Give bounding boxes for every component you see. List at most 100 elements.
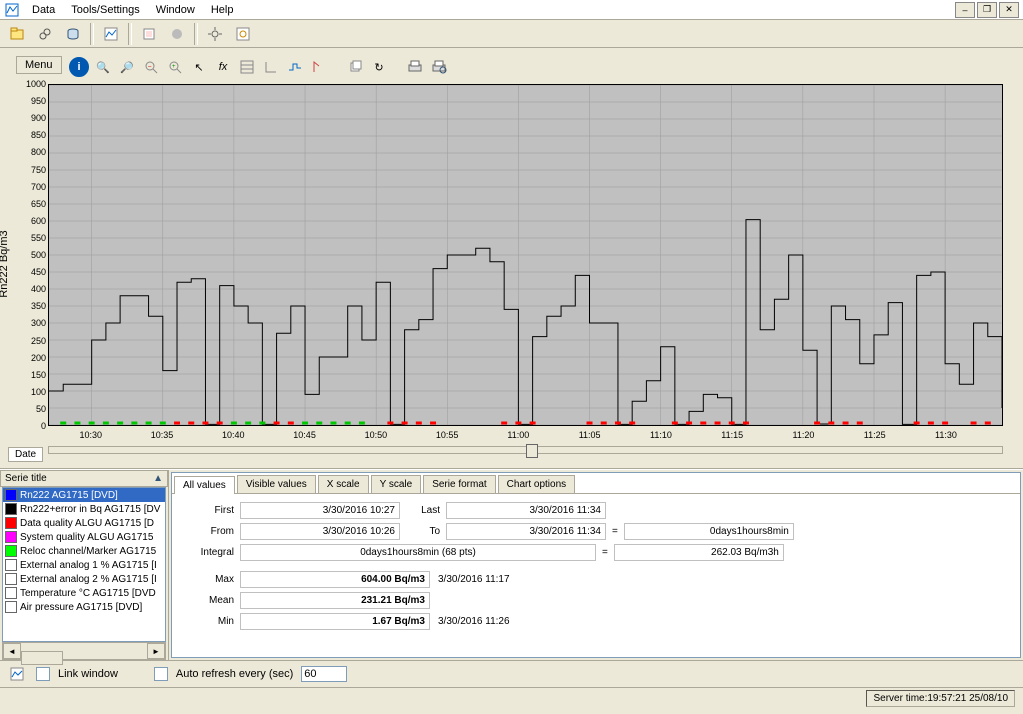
serie-color-swatch (5, 587, 17, 599)
link-window-checkbox[interactable] (36, 667, 50, 681)
serie-row[interactable]: External analog 2 % AG1715 [I (3, 572, 165, 586)
chart-menu-button[interactable]: Menu (16, 56, 62, 74)
close-button[interactable]: ✕ (999, 2, 1019, 18)
serie-color-swatch (5, 517, 17, 529)
record-icon[interactable] (164, 21, 190, 47)
refresh-icon[interactable]: ↻ (368, 56, 390, 78)
menubar: Data Tools/Settings Window Help – ❐ ✕ (0, 0, 1023, 20)
chart-area[interactable] (48, 84, 1003, 426)
data-panel: All valuesVisible valuesX scaleY scaleSe… (171, 472, 1021, 658)
serie-row[interactable]: Rn222 AG1715 [DVD] (3, 488, 165, 502)
serie-label: External analog 2 % AG1715 [I (20, 574, 157, 585)
serie-color-swatch (5, 531, 17, 543)
max-label: Max (184, 574, 240, 585)
zoom-y-icon[interactable]: + (164, 56, 186, 78)
serie-hscrollbar[interactable]: ◄ ► (2, 642, 166, 660)
cursor-icon[interactable]: ↖ (188, 56, 210, 78)
serie-row[interactable]: Data quality ALGU AG1715 [D (3, 516, 165, 530)
serie-label: Reloc channel/Marker AG1715 (20, 546, 156, 557)
time-slider[interactable] (48, 446, 1003, 454)
chart-panel: Menu i 🔍 🔎 – + ↖ fx ↻ Rn222 Bq/m3 050100… (0, 48, 1023, 469)
serie-header[interactable]: Serie title▲ (0, 470, 168, 487)
y-axis-title: Rn222 Bq/m3 (0, 230, 10, 297)
integral-label: Integral (184, 547, 240, 558)
auto-refresh-label: Auto refresh every (sec) (176, 668, 293, 680)
from-label: From (184, 526, 240, 537)
marker-icon[interactable] (308, 56, 330, 78)
link-icon[interactable] (32, 21, 58, 47)
server-time: Server time:19:57:21 25/08/10 (866, 690, 1015, 707)
from-value[interactable]: 3/30/2016 10:26 (240, 523, 400, 540)
tab-all-values[interactable]: All values (174, 476, 235, 494)
export-icon[interactable] (136, 21, 162, 47)
refresh-seconds-input[interactable] (301, 666, 347, 682)
print-preview-icon[interactable] (428, 56, 450, 78)
serie-label: Air pressure AG1715 [DVD] (20, 602, 142, 613)
integral-result: 262.03 Bq/m3h (614, 544, 784, 561)
axis-icon[interactable] (260, 56, 282, 78)
svg-text:–: – (148, 64, 152, 70)
minimize-button[interactable]: – (955, 2, 975, 18)
serie-list[interactable]: Rn222 AG1715 [DVD] Rn222+error in Bq AG17… (2, 487, 166, 642)
to-label: To (400, 526, 446, 537)
grid-icon[interactable] (236, 56, 258, 78)
window-buttons: – ❐ ✕ (955, 2, 1019, 18)
slider-thumb[interactable] (526, 444, 538, 458)
zoom-out-icon[interactable]: 🔎 (116, 56, 138, 78)
copy-chart-icon[interactable] (344, 56, 366, 78)
gear-icon[interactable] (202, 21, 228, 47)
auto-refresh-checkbox[interactable] (154, 667, 168, 681)
step-icon[interactable] (284, 56, 306, 78)
info-icon[interactable]: i (68, 56, 90, 78)
serie-label: Rn222 AG1715 [DVD] (20, 490, 118, 501)
last-value: 3/30/2016 11:34 (446, 502, 606, 519)
disk-icon[interactable] (60, 21, 86, 47)
serie-label: System quality ALGU AG1715 (20, 532, 153, 543)
chart-add-icon[interactable] (98, 21, 124, 47)
fx-icon[interactable]: fx (212, 56, 234, 78)
menu-tools[interactable]: Tools/Settings (63, 2, 147, 18)
to-value[interactable]: 3/30/2016 11:34 (446, 523, 606, 540)
serie-row[interactable]: External analog 1 % AG1715 [I (3, 558, 165, 572)
status-bar: Server time:19:57:21 25/08/10 (0, 687, 1023, 708)
x-axis-labels: 10:3010:3510:4010:4510:5010:5511:0011:05… (48, 430, 1003, 444)
y-axis-labels: 0501001502002503003504004505005506006507… (24, 84, 46, 426)
tab-visible-values[interactable]: Visible values (237, 475, 316, 493)
min-at: 3/30/2016 11:26 (430, 614, 592, 629)
footer-icon[interactable] (6, 663, 28, 685)
serie-color-swatch (5, 503, 17, 515)
serie-row[interactable]: Temperature °C AG1715 [DVD (3, 586, 165, 600)
open-db-icon[interactable] (4, 21, 30, 47)
bottom-panel: Serie title▲ Rn222 AG1715 [DVD] Rn222+err… (0, 469, 1023, 660)
tab-chart-options[interactable]: Chart options (498, 475, 575, 493)
serie-row[interactable]: System quality ALGU AG1715 (3, 530, 165, 544)
serie-row[interactable]: Air pressure AG1715 [DVD] (3, 600, 165, 614)
scroll-left-icon[interactable]: ◄ (3, 643, 21, 659)
menu-window[interactable]: Window (148, 2, 203, 18)
scroll-right-icon[interactable]: ► (147, 643, 165, 659)
menu-data[interactable]: Data (24, 2, 63, 18)
range-value: 0days1hours8min (624, 523, 794, 540)
settings-icon[interactable] (230, 21, 256, 47)
scroll-thumb[interactable] (21, 651, 63, 665)
svg-text:+: + (172, 64, 176, 70)
serie-label: Rn222+error in Bq AG1715 [DV (20, 504, 160, 515)
zoom-x-icon[interactable]: – (140, 56, 162, 78)
tab-y-scale[interactable]: Y scale (371, 475, 422, 493)
tab-serie-format[interactable]: Serie format (423, 475, 495, 493)
tab-x-scale[interactable]: X scale (318, 475, 369, 493)
menu-help[interactable]: Help (203, 2, 242, 18)
link-window-label: Link window (58, 668, 118, 680)
chart-toolbar: i 🔍 🔎 – + ↖ fx ↻ (68, 56, 450, 78)
date-label: Date (8, 447, 43, 462)
mean-label: Mean (184, 595, 240, 606)
restore-button[interactable]: ❐ (977, 2, 997, 18)
serie-row[interactable]: Rn222+error in Bq AG1715 [DV (3, 502, 165, 516)
serie-color-swatch (5, 559, 17, 571)
max-value: 604.00 Bq/m3 (240, 571, 430, 588)
last-label: Last (400, 505, 446, 516)
print-icon[interactable] (404, 56, 426, 78)
serie-row[interactable]: Reloc channel/Marker AG1715 (3, 544, 165, 558)
serie-label: External analog 1 % AG1715 [I (20, 560, 157, 571)
zoom-in-icon[interactable]: 🔍 (92, 56, 114, 78)
